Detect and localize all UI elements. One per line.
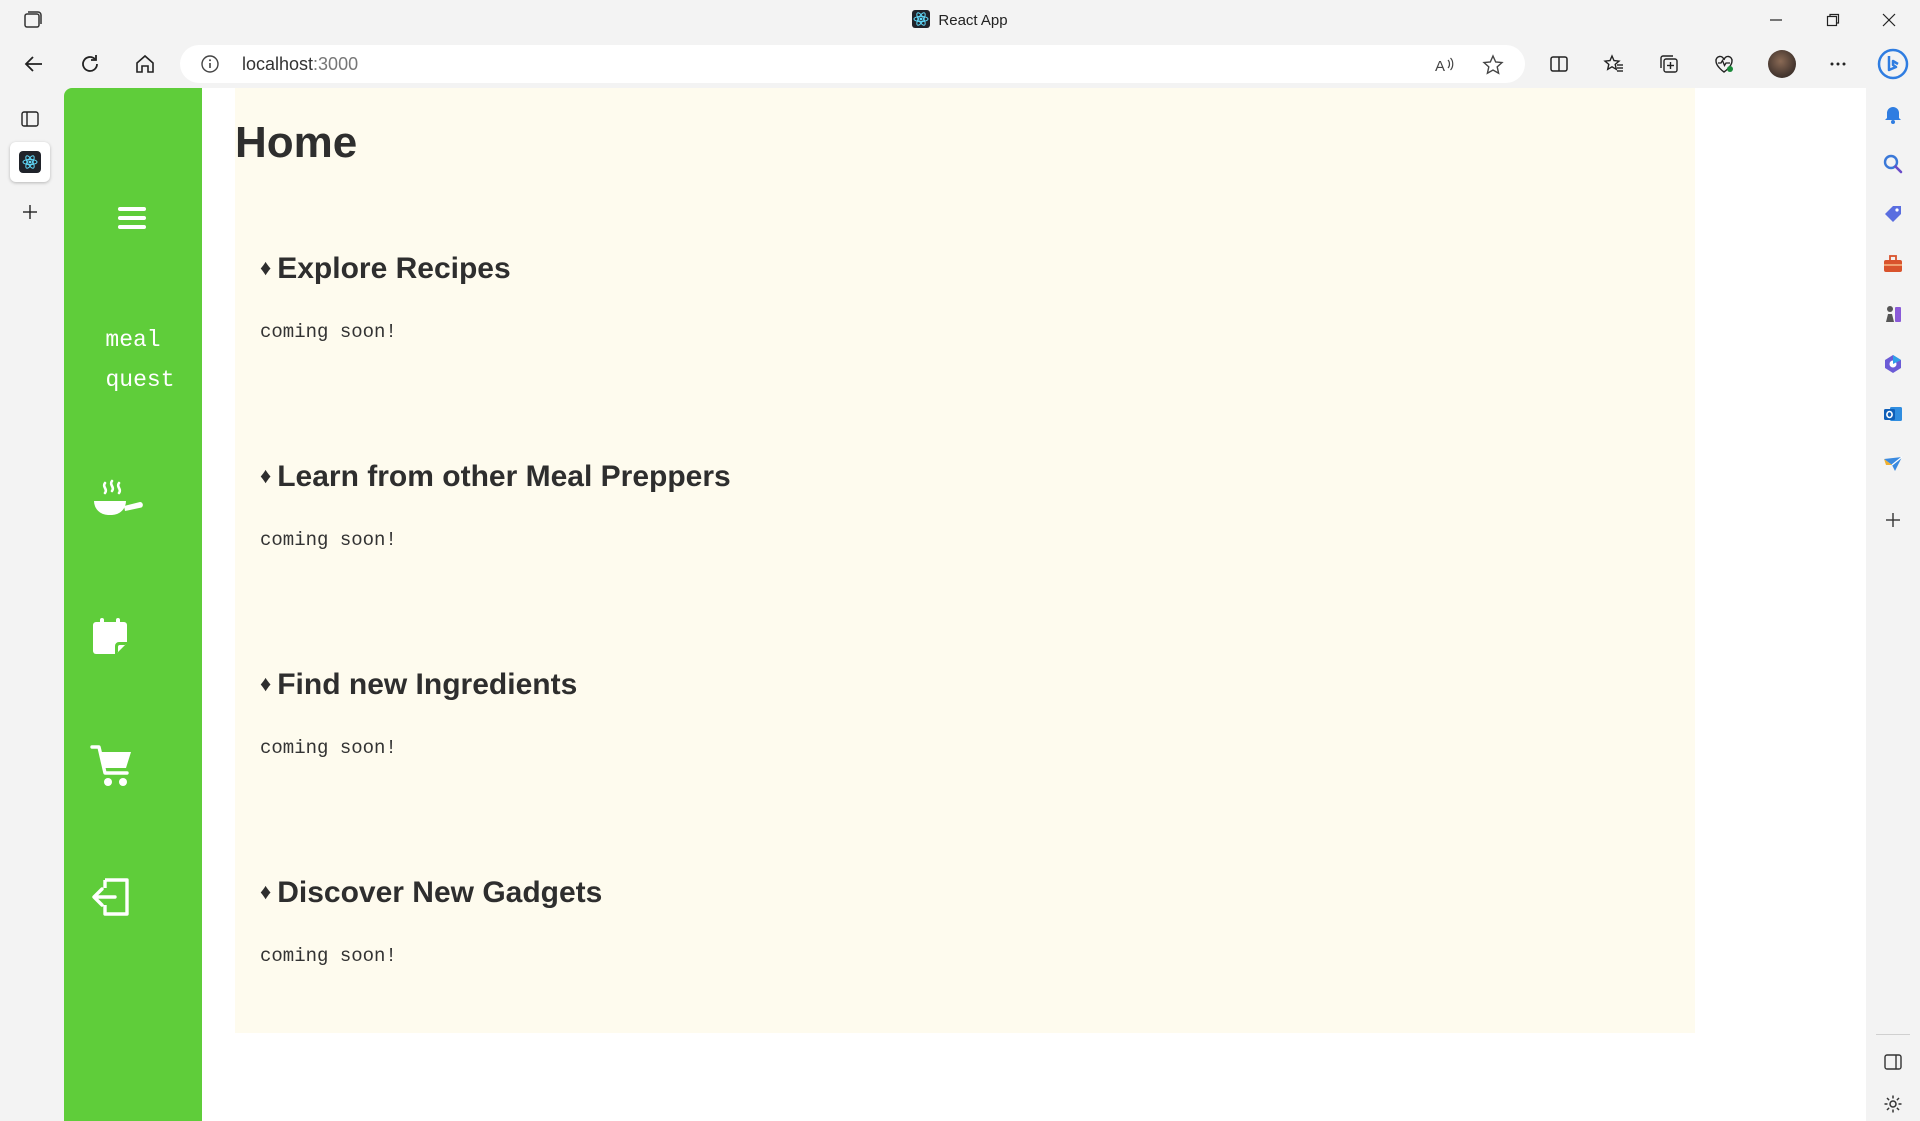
games-chess-icon[interactable]	[1881, 302, 1905, 326]
sidebar-divider	[1876, 1034, 1910, 1035]
tools-briefcase-icon[interactable]	[1881, 252, 1905, 276]
section-body: coming soon!	[260, 737, 397, 759]
read-aloud-icon[interactable]: A	[1433, 54, 1455, 76]
search-icon[interactable]	[1881, 152, 1905, 176]
split-screen-button[interactable]	[1541, 46, 1577, 82]
settings-gear-icon[interactable]	[1881, 1092, 1905, 1116]
section-heading: ♦ Find new Ingredients	[260, 668, 578, 701]
refresh-button[interactable]	[72, 46, 108, 82]
cooking-pan-icon[interactable]	[90, 478, 146, 524]
react-favicon-icon	[912, 10, 931, 28]
vertical-tabs-strip	[0, 88, 64, 1121]
site-info-icon[interactable]	[200, 54, 220, 74]
calendar-icon[interactable]	[90, 614, 130, 658]
page-viewport: meal quest Home ♦ Explore Recipes coming …	[64, 88, 1866, 1121]
section-explore-recipes: ♦ Explore Recipes coming soon!	[260, 252, 511, 343]
restore-button[interactable]	[1810, 4, 1856, 36]
address-bar[interactable]: localhost:3000 A	[180, 45, 1525, 83]
section-body: coming soon!	[260, 529, 397, 551]
section-learn-meal-preppers: ♦ Learn from other Meal Preppers coming s…	[260, 460, 731, 551]
collections-button[interactable]	[1651, 46, 1687, 82]
window-title: React App	[0, 10, 1920, 29]
more-menu-button[interactable]	[1820, 46, 1856, 82]
favorite-star-icon[interactable]	[1482, 54, 1504, 76]
section-body: coming soon!	[260, 321, 397, 343]
cart-icon[interactable]	[90, 742, 134, 790]
logout-icon[interactable]	[90, 874, 132, 920]
brand-quest: quest	[105, 367, 175, 393]
shopping-tag-icon[interactable]	[1881, 202, 1905, 226]
diamond-bullet-icon: ♦	[260, 879, 272, 904]
tab-actions-icon[interactable]	[10, 99, 50, 139]
notifications-bell-icon[interactable]	[1881, 102, 1905, 126]
menu-icon[interactable]	[114, 200, 150, 236]
tab-title-text: React App	[938, 12, 1008, 29]
microsoft-365-icon[interactable]	[1881, 352, 1905, 376]
diamond-bullet-icon: ♦	[260, 255, 272, 280]
app-sidebar: meal quest	[64, 88, 202, 1121]
svg-text:A: A	[1435, 58, 1445, 75]
edge-sidebar	[1866, 40, 1920, 1121]
browser-toolbar: localhost:3000 A	[0, 40, 1920, 88]
react-logo-icon	[19, 151, 41, 173]
home-button[interactable]	[127, 46, 163, 82]
section-find-ingredients: ♦ Find new Ingredients coming soon!	[260, 668, 577, 759]
brand-meal: meal	[105, 327, 161, 353]
favorites-button[interactable]	[1596, 46, 1632, 82]
section-body: coming soon!	[260, 945, 397, 967]
add-sidebar-app-icon[interactable]	[1881, 508, 1905, 532]
url-text[interactable]: localhost:3000	[242, 54, 358, 75]
drop-send-icon[interactable]	[1881, 452, 1905, 476]
hide-sidebar-icon[interactable]	[1881, 1050, 1905, 1074]
browser-titlebar: React App	[0, 0, 1920, 40]
section-heading: ♦ Learn from other Meal Preppers	[260, 460, 731, 493]
diamond-bullet-icon: ♦	[260, 671, 272, 696]
browser-essentials-button[interactable]	[1706, 46, 1742, 82]
outlook-icon[interactable]	[1881, 402, 1905, 426]
new-tab-button[interactable]	[10, 192, 50, 232]
section-heading: ♦ Discover New Gadgets	[260, 876, 603, 909]
tab-react-app[interactable]	[10, 142, 50, 182]
diamond-bullet-icon: ♦	[260, 463, 272, 488]
page-title: Home	[235, 118, 358, 167]
copilot-icon[interactable]	[1877, 48, 1909, 80]
profile-avatar[interactable]	[1764, 46, 1800, 82]
close-window-button[interactable]	[1866, 4, 1912, 36]
section-heading: ♦ Explore Recipes	[260, 252, 511, 285]
back-button[interactable]	[16, 46, 52, 82]
section-discover-gadgets: ♦ Discover New Gadgets coming soon!	[260, 876, 602, 967]
main-content: Home ♦ Explore Recipes coming soon! ♦ Lear…	[235, 88, 1695, 1033]
minimize-button[interactable]	[1753, 4, 1799, 36]
